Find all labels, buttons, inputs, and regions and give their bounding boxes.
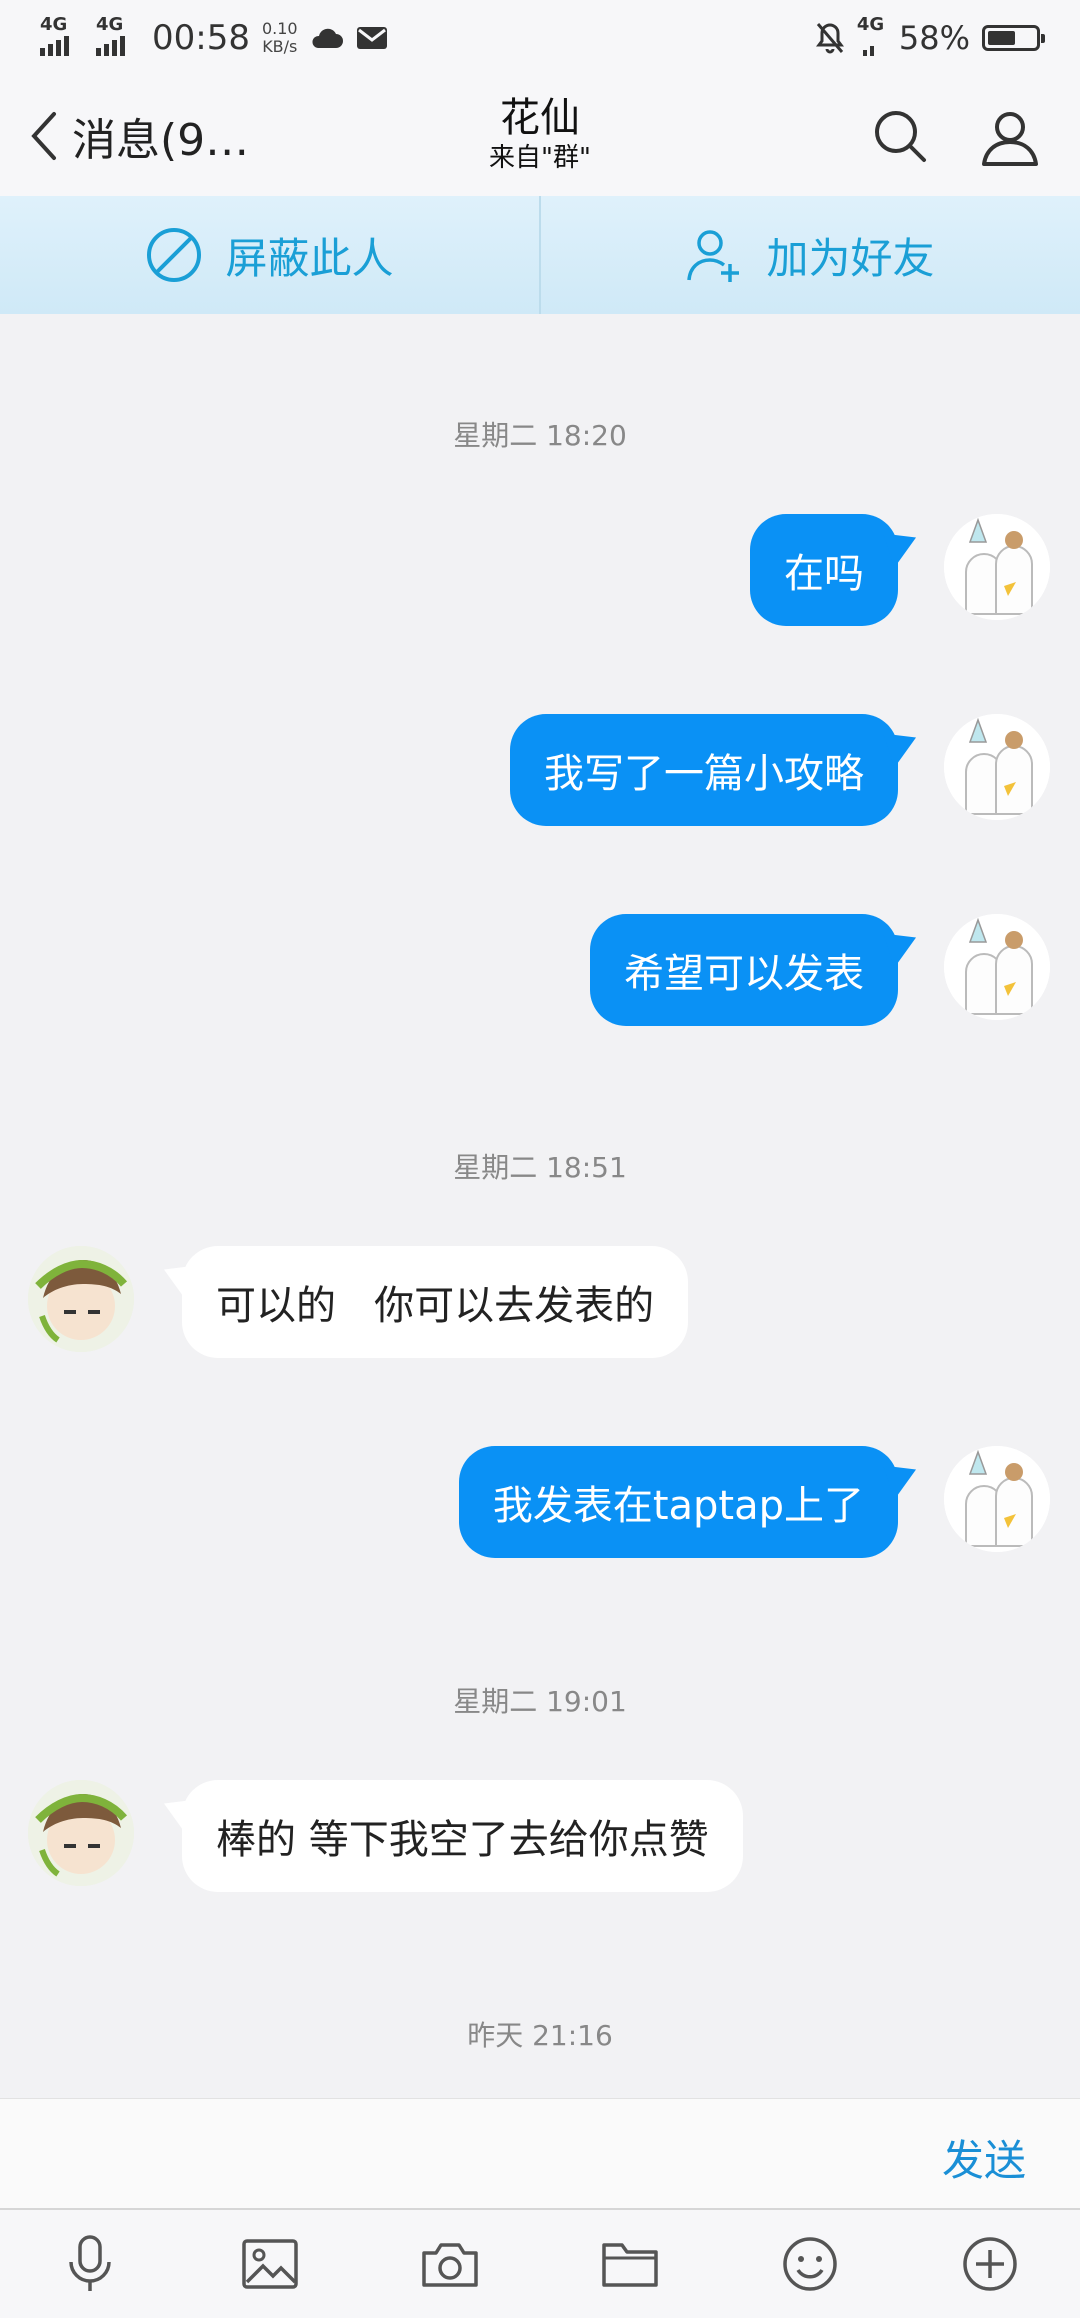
outgoing-message[interactable]: 在吗 <box>750 514 898 626</box>
avatar[interactable] <box>944 1446 1050 1552</box>
timestamp: 昨天 21:16 <box>467 2019 613 2052</box>
emoji-icon[interactable] <box>770 2224 850 2304</box>
avatar-image <box>944 1446 1050 1552</box>
contact-action-bar: 屏蔽此人 加为好友 <box>0 196 1080 314</box>
block-icon <box>147 228 202 282</box>
bell-muted-icon <box>815 23 844 54</box>
outgoing-message[interactable]: 希望可以发表 <box>590 914 898 1026</box>
message-input[interactable] <box>30 2109 894 2201</box>
avatar-image <box>28 1246 134 1352</box>
avatar-image <box>944 914 1050 1020</box>
avatar[interactable] <box>944 514 1050 620</box>
status-bar: 4G 4G 00:58 0.10 KB/s 4G 58% <box>0 0 1080 76</box>
network-speed: 0.10 KB/s <box>261 19 298 56</box>
timestamp: 星期二 18:20 <box>453 419 627 452</box>
block-user-button[interactable]: 屏蔽此人 <box>0 196 539 314</box>
avatar[interactable] <box>28 1780 134 1886</box>
message-input-bar: 发送 <box>0 2098 1080 2209</box>
incoming-message[interactable]: 棒的 等下我空了去给你点赞 <box>182 1780 743 1892</box>
block-user-label: 屏蔽此人 <box>225 233 394 283</box>
image-icon[interactable] <box>230 2224 310 2304</box>
avatar[interactable] <box>944 914 1050 1020</box>
mail-icon <box>356 27 387 49</box>
timestamp: 星期二 19:01 <box>453 1685 627 1718</box>
clock: 00:58 <box>152 18 250 58</box>
input-toolbar <box>0 2208 1080 2318</box>
avatar-image <box>28 1780 134 1886</box>
avatar[interactable] <box>944 714 1050 820</box>
battery-percent: 58% <box>898 19 970 57</box>
incoming-message[interactable]: 可以的 你可以去发表的 <box>182 1246 689 1358</box>
cloud-icon <box>312 28 343 48</box>
microphone-icon[interactable] <box>50 2224 130 2304</box>
camera-icon[interactable] <box>410 2224 490 2304</box>
folder-icon[interactable] <box>590 2224 670 2304</box>
avatar-image <box>944 514 1050 620</box>
timestamp: 星期二 18:51 <box>453 1151 627 1184</box>
add-friend-button[interactable]: 加为好友 <box>539 196 1080 314</box>
search-icon[interactable] <box>872 108 928 164</box>
profile-icon[interactable] <box>980 108 1040 168</box>
outgoing-message[interactable]: 我发表在taptap上了 <box>458 1446 898 1558</box>
signal-icon: 4G <box>40 16 84 56</box>
battery-icon <box>982 25 1045 51</box>
avatar[interactable] <box>28 1246 134 1352</box>
signal-icon: 4G <box>96 16 140 56</box>
send-button[interactable]: 发送 <box>942 2127 1026 2188</box>
avatar-image <box>944 714 1050 820</box>
outgoing-message[interactable]: 我写了一篇小攻略 <box>510 714 898 826</box>
plus-icon[interactable] <box>950 2224 1030 2304</box>
chat-header: 消息(9… 花仙 来自"群" <box>0 76 1080 197</box>
signal-icon: 4G <box>857 16 887 56</box>
add-friend-label: 加为好友 <box>766 233 935 283</box>
add-friend-icon <box>687 230 740 282</box>
